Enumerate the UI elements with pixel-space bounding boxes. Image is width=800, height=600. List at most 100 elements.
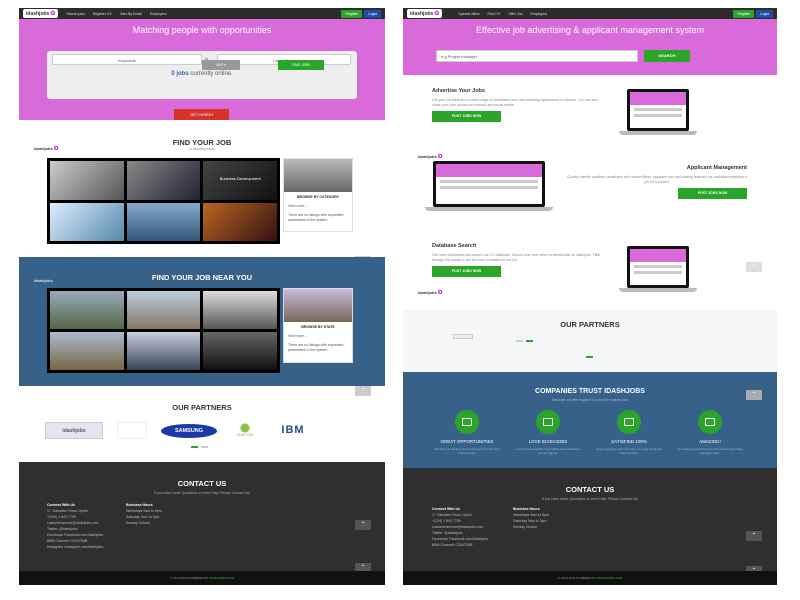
browse-category-title: BROWSE BY CATEGORY — [297, 195, 339, 199]
state-tile-1[interactable] — [50, 291, 124, 329]
nav-employers-right[interactable]: Employers — [531, 12, 548, 16]
nav-search-jobs[interactable]: Search jobs — [66, 12, 84, 16]
copyright-brand-link-right[interactable]: IDASHJOBS.COM — [597, 576, 622, 580]
laptop-content-3 — [630, 249, 686, 285]
love-icon — [536, 410, 560, 434]
partners-title: OUR PARTNERS — [172, 403, 232, 412]
trust-title: COMPANIES TRUST IDASHJOBS — [535, 388, 645, 395]
job-title-search-input[interactable]: e.g Project manager — [436, 50, 638, 62]
find-jobs-button[interactable]: FIND JOBS — [278, 60, 324, 70]
partner-logo-placeholder[interactable] — [453, 334, 473, 339]
nav-jobs-by-email[interactable]: Jobs By Email — [120, 12, 142, 16]
laptop-line-3a — [634, 265, 682, 268]
laptop-bar-1 — [630, 92, 686, 105]
advertise-title: Advertise Your Jobs — [432, 88, 485, 94]
features-logo-mark-icon: ✿ — [437, 154, 443, 160]
category-tile-office[interactable] — [50, 161, 124, 200]
applicant-title: Applicant Management — [686, 165, 747, 171]
trust-item-title-4: AMAZING! — [699, 439, 721, 444]
satisfied-icon — [617, 410, 641, 434]
state-tile-5[interactable] — [126, 332, 201, 370]
login-button[interactable]: Login — [364, 9, 381, 18]
connect-column-right: Connect With Us 17 Salvation Road, Opebi… — [432, 506, 488, 548]
state-tile-4[interactable] — [50, 332, 124, 370]
category-tile-health[interactable] — [50, 202, 124, 241]
keywords-input[interactable]: Keywords — [52, 54, 202, 65]
employer-page-right: idashjobs ✿ Special offers Find CV Offer … — [403, 8, 777, 585]
database-feature: Database Search Get more candidates and … — [432, 243, 607, 277]
laptop-content-1 — [630, 92, 686, 128]
carousel-dot-right-2[interactable] — [586, 356, 593, 358]
logo-text: idashjobs — [26, 10, 50, 17]
partner-samsung[interactable]: SAMSUNG — [161, 423, 217, 438]
laptop-base-2 — [425, 207, 553, 211]
post-jobs-button-1[interactable]: POST JOBS NOW — [432, 111, 501, 122]
get-hired-button[interactable]: GET HIRED! — [174, 109, 229, 120]
carousel-dot-right-1[interactable] — [516, 340, 523, 342]
features-back-to-top[interactable]: ⌃ — [746, 262, 762, 272]
post-jobs-button-2[interactable]: POST JOBS NOW — [678, 188, 747, 199]
trust-item-text-4: An amazing experience for job seekers an… — [677, 447, 743, 455]
view-more-link[interactable]: View more... — [284, 202, 352, 211]
nav-employers[interactable]: Employers — [150, 12, 167, 16]
state-view-more-link[interactable]: View more... — [284, 332, 352, 341]
hours-sunday-right: Sunday Closed — [513, 525, 537, 529]
apple-logo-icon[interactable] — [117, 422, 147, 439]
partner-android[interactable]: ANDROID — [231, 422, 259, 439]
footer-back-to-top[interactable]: ⌃ — [355, 520, 371, 530]
category-tile-buildings[interactable] — [126, 202, 201, 241]
carousel-dot[interactable] — [201, 446, 208, 448]
browse-state-card[interactable]: BROWSE BY STATE View more... There are n… — [283, 288, 353, 363]
any-dropdown[interactable]: ANY ▾ — [202, 60, 240, 70]
register-button[interactable]: Register — [341, 9, 363, 18]
category-tile-engineering[interactable] — [203, 202, 277, 241]
nav-special-offers[interactable]: Special offers — [458, 12, 479, 16]
partners-back-to-top[interactable]: ⌃ — [355, 386, 371, 396]
nav-find-cv[interactable]: Find CV — [488, 12, 501, 16]
connect-column: Connect With Us 17, Salvation Road, Opeb… — [47, 502, 103, 550]
partner-logos: idashjobs SAMSUNG ANDROID IBM — [45, 422, 313, 439]
browse-state-title: BROWSE BY STATE — [301, 325, 335, 329]
near-logo: idashjobs — [31, 277, 56, 284]
register-button-right[interactable]: Register — [733, 9, 755, 18]
carousel-dot-active[interactable] — [191, 446, 198, 448]
trust-section: COMPANIES TRUST IDASHJOBS Because we off… — [403, 372, 777, 468]
laptop-line-1b — [634, 114, 682, 117]
post-jobs-button-3[interactable]: POST JOBS NOW — [432, 266, 501, 277]
site-logo[interactable]: idashjobs ✿ — [23, 9, 59, 18]
login-button-right[interactable]: Login — [756, 9, 773, 18]
state-tile-6[interactable] — [203, 332, 277, 370]
laptop-screen-2 — [433, 161, 545, 207]
state-tile-3[interactable] — [203, 291, 277, 329]
trust-back-to-top[interactable]: ⌃ — [746, 390, 762, 400]
category-tile-business[interactable]: Business Development — [203, 161, 277, 200]
instagram-link[interactable]: Instagram: instagram.com/idashjobs — [47, 544, 103, 550]
site-logo-right[interactable]: idashjobs ✿ — [407, 9, 443, 18]
applicant-feature: Applicant Management Quickly identify qu… — [567, 165, 747, 199]
trust-item-text-2: Loved by thousands of recruiters and can… — [515, 447, 581, 455]
employer-hero-title: Effective job advertising & applicant ma… — [476, 25, 704, 35]
partner-ibm[interactable]: IBM — [273, 422, 313, 439]
features-logo-text: idashjobs — [418, 154, 437, 159]
footer-back-to-top-right[interactable]: ⌃ — [746, 531, 762, 541]
partner-idashjobs[interactable]: idashjobs — [45, 422, 103, 439]
partners-title-right: OUR PARTNERS — [560, 320, 620, 329]
laptop-screen-3 — [627, 246, 689, 288]
nav-register-cv[interactable]: Register CV — [93, 12, 112, 16]
category-tile-laptop[interactable] — [126, 161, 201, 200]
laptop-line-1a — [634, 108, 682, 111]
contact-footer: CONTACT US If you have some Questions or… — [19, 462, 385, 585]
tile-label: Business Development — [219, 176, 261, 182]
trust-item-title-2: LOVE IDASHJOBS — [528, 439, 568, 444]
search-button[interactable]: SEARCH — [644, 50, 690, 62]
database-title: Database Search — [432, 243, 477, 249]
nav-offer-job[interactable]: Offer Job — [508, 12, 522, 16]
carousel-dot-right-active[interactable] — [526, 340, 533, 342]
browse-category-card[interactable]: BROWSE BY CATEGORY View more... There ar… — [283, 158, 353, 232]
copyright-brand-link[interactable]: IDASHJOBS.COM — [209, 576, 234, 580]
satisfied-glyph — [624, 418, 634, 426]
hero-title: Matching people with opportunities — [132, 25, 272, 35]
laptop-base-3 — [619, 288, 697, 292]
state-tile-2[interactable] — [126, 291, 201, 329]
employer-hero: Effective job advertising & applicant ma… — [403, 19, 777, 75]
